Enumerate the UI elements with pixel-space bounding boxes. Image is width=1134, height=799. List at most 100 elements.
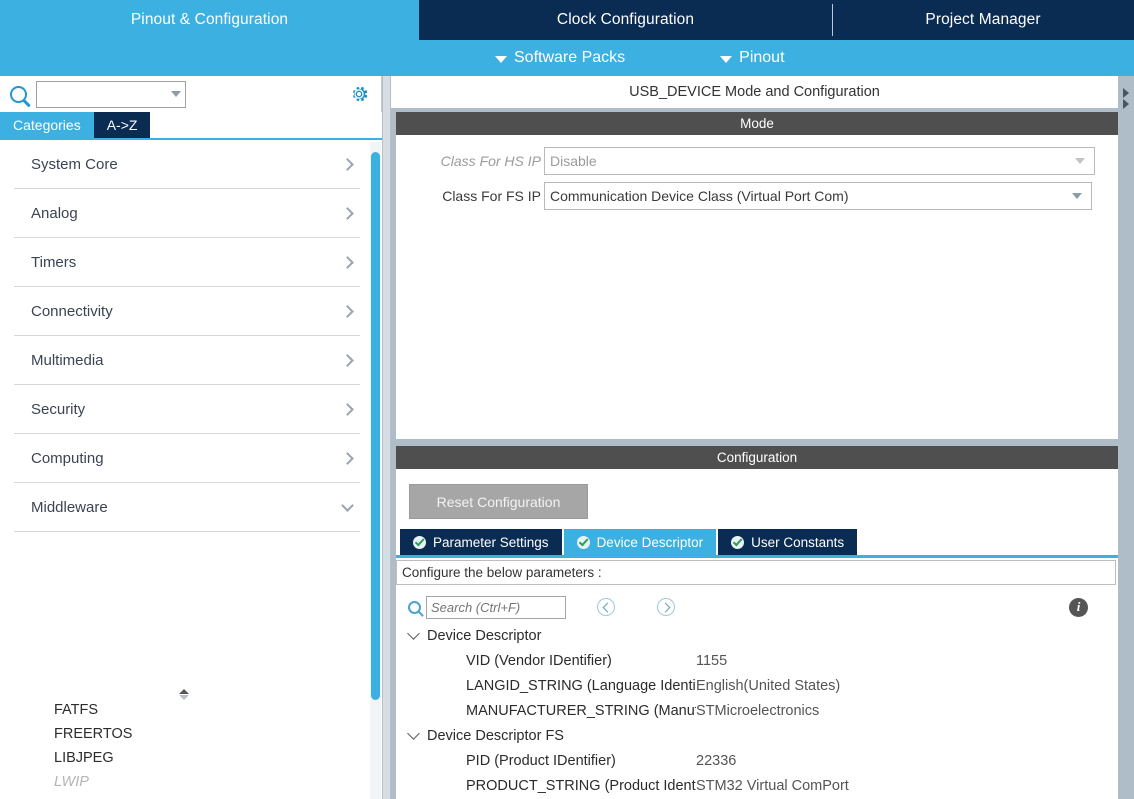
chevron-right-circle-icon[interactable] bbox=[657, 598, 675, 616]
sidebar-item-label: Computing bbox=[31, 449, 104, 467]
tree-row-key: MANUFACTURER_STRING (Manufactur... bbox=[466, 702, 696, 719]
mode-section-header: Mode bbox=[396, 112, 1118, 135]
sidebar-item-security[interactable]: Security bbox=[14, 385, 360, 434]
list-item[interactable]: MBEDTLS bbox=[0, 794, 368, 799]
sidebar-item-middleware[interactable]: Middleware bbox=[14, 483, 360, 532]
list-item[interactable]: FREERTOS bbox=[0, 722, 368, 746]
check-circle-icon bbox=[576, 535, 590, 549]
mode-section-label: Mode bbox=[740, 116, 774, 131]
sidebar-tab-a-to-z[interactable]: A->Z bbox=[93, 112, 151, 138]
chevron-down-icon bbox=[1072, 193, 1082, 199]
left-sidebar: Categories A->Z System Core Analog Timer… bbox=[0, 76, 382, 799]
table-row[interactable]: LANGID_STRING (Language Identifier) Engl… bbox=[396, 673, 1116, 698]
sidebar-item-system-core[interactable]: System Core bbox=[14, 140, 360, 189]
chevron-right-icon bbox=[341, 157, 354, 171]
tab-device-descriptor-label: Device Descriptor bbox=[596, 534, 704, 550]
tree-group-label: Device Descriptor FS bbox=[427, 727, 564, 744]
chevron-left-circle-icon[interactable] bbox=[597, 598, 615, 616]
tree-group-device-descriptor[interactable]: Device Descriptor bbox=[396, 623, 1116, 648]
tree-row-value: English(United States) bbox=[696, 677, 841, 694]
class-for-fs-ip-select[interactable]: Communication Device Class (Virtual Port… bbox=[544, 182, 1092, 210]
reset-configuration-button[interactable]: Reset Configuration bbox=[409, 484, 588, 519]
menu-software-packs[interactable]: Software Packs bbox=[495, 49, 625, 67]
sidebar-tabs: Categories A->Z bbox=[0, 112, 382, 138]
search-icon bbox=[408, 600, 421, 614]
chevron-down-icon bbox=[407, 627, 420, 640]
chevron-right-icon bbox=[341, 353, 354, 367]
middleware-item-label: FATFS bbox=[54, 702, 99, 718]
sidebar-item-label: System Core bbox=[31, 155, 118, 173]
sidebar-scrollbar-thumb[interactable] bbox=[371, 152, 380, 700]
sidebar-search-combo[interactable] bbox=[36, 80, 186, 108]
configuration-tabs: Parameter Settings Device Descriptor Use… bbox=[400, 529, 859, 555]
class-for-fs-ip-value: Communication Device Class (Virtual Port… bbox=[550, 188, 849, 204]
mode-section-filler bbox=[396, 239, 1118, 439]
panel-splitter[interactable] bbox=[382, 76, 391, 799]
configure-hint-label: Configure the below parameters : bbox=[402, 565, 602, 580]
menu-pinout-label: Pinout bbox=[739, 49, 785, 66]
table-row[interactable]: PRODUCT_STRING (Product Identifier) STM3… bbox=[396, 773, 1116, 798]
chevron-down-icon bbox=[171, 91, 181, 97]
tab-project-manager-label: Project Manager bbox=[925, 11, 1041, 28]
menu-pinout[interactable]: Pinout bbox=[720, 49, 785, 67]
menu-software-packs-label: Software Packs bbox=[514, 49, 626, 66]
collapse-panel-handle[interactable] bbox=[1118, 76, 1134, 122]
check-circle-icon bbox=[413, 535, 426, 549]
tab-clock-configuration[interactable]: Clock Configuration bbox=[419, 0, 832, 40]
sidebar-item-label: Analog bbox=[31, 204, 78, 222]
chevron-down-icon bbox=[720, 55, 733, 63]
tab-user-constants[interactable]: User Constants bbox=[718, 529, 858, 555]
chevron-down-icon bbox=[1075, 158, 1085, 164]
tree-toolbar: i bbox=[396, 591, 1116, 623]
middleware-item-label: LIBJPEG bbox=[54, 750, 114, 766]
list-item[interactable]: LIBJPEG bbox=[0, 746, 368, 770]
gear-icon[interactable] bbox=[348, 83, 370, 105]
sidebar-item-label: Security bbox=[31, 400, 86, 418]
sidebar-item-connectivity[interactable]: Connectivity bbox=[14, 287, 360, 336]
class-for-hs-ip-value: Disable bbox=[550, 153, 597, 169]
configuration-section-header: Configuration bbox=[396, 446, 1118, 469]
reset-configuration-label: Reset Configuration bbox=[436, 493, 561, 510]
tab-pinout-configuration-label: Pinout & Configuration bbox=[130, 11, 289, 28]
category-list: System Core Analog Timers Connectivity M… bbox=[0, 140, 382, 799]
stm32cubemx-window: Pinout & Configuration Clock Configurati… bbox=[0, 0, 1134, 799]
search-input[interactable] bbox=[426, 595, 566, 619]
middleware-item-list: FATFS FREERTOS LIBJPEG LWIP MBEDTLS PDM2… bbox=[0, 698, 368, 799]
sidebar-search-row bbox=[0, 76, 382, 112]
sidebar-item-multimedia[interactable]: Multimedia bbox=[14, 336, 360, 385]
field-class-for-hs-ip: Class For HS IP Disable bbox=[396, 147, 1095, 175]
sidebar-item-computing[interactable]: Computing bbox=[14, 434, 360, 483]
list-item[interactable]: FATFS bbox=[0, 698, 368, 722]
sidebar-item-analog[interactable]: Analog bbox=[14, 189, 360, 238]
tree-row-key: PID (Product IDentifier) bbox=[466, 752, 616, 769]
list-item[interactable]: LWIP bbox=[0, 770, 368, 794]
tab-parameter-settings[interactable]: Parameter Settings bbox=[400, 529, 562, 555]
configuration-tabs-underline bbox=[396, 555, 1118, 558]
chevron-down-icon bbox=[407, 727, 420, 740]
class-for-hs-ip-select[interactable]: Disable bbox=[544, 147, 1095, 175]
sidebar-tab-a-to-z-label: A->Z bbox=[106, 117, 138, 133]
table-row[interactable]: PID (Product IDentifier) 22336 bbox=[396, 748, 1116, 773]
sidebar-tab-categories[interactable]: Categories bbox=[0, 112, 94, 138]
tree-group-label: Device Descriptor bbox=[427, 627, 542, 644]
tab-project-manager[interactable]: Project Manager bbox=[832, 0, 1134, 40]
right-panel: USB_DEVICE Mode and Configuration Mode C… bbox=[391, 76, 1134, 799]
tree-row-key: VID (Vendor IDentifier) bbox=[466, 652, 612, 669]
page-title: USB_DEVICE Mode and Configuration bbox=[391, 76, 1118, 108]
sidebar-scrollbar[interactable] bbox=[370, 142, 381, 799]
tab-pinout-configuration[interactable]: Pinout & Configuration bbox=[0, 0, 419, 40]
chevron-right-icon bbox=[341, 451, 354, 465]
tree-row-value: 22336 bbox=[696, 752, 737, 769]
tree-group-device-descriptor-fs[interactable]: Device Descriptor FS bbox=[396, 723, 1116, 748]
sidebar-tab-categories-label: Categories bbox=[13, 117, 81, 133]
tree-row-key: LANGID_STRING (Language Identifier) bbox=[466, 677, 696, 694]
field-class-for-fs-ip: Class For FS IP Communication Device Cla… bbox=[396, 182, 1092, 210]
sidebar-item-timers[interactable]: Timers bbox=[14, 238, 360, 287]
table-row[interactable]: VID (Vendor IDentifier) 1155 bbox=[396, 648, 1116, 673]
chevron-down-icon bbox=[341, 498, 354, 512]
check-circle-icon bbox=[731, 535, 745, 549]
info-icon[interactable]: i bbox=[1069, 597, 1088, 617]
tab-device-descriptor[interactable]: Device Descriptor bbox=[563, 529, 717, 555]
middleware-item-label: FREERTOS bbox=[54, 726, 133, 742]
table-row[interactable]: MANUFACTURER_STRING (Manufactur... STMic… bbox=[396, 698, 1116, 723]
